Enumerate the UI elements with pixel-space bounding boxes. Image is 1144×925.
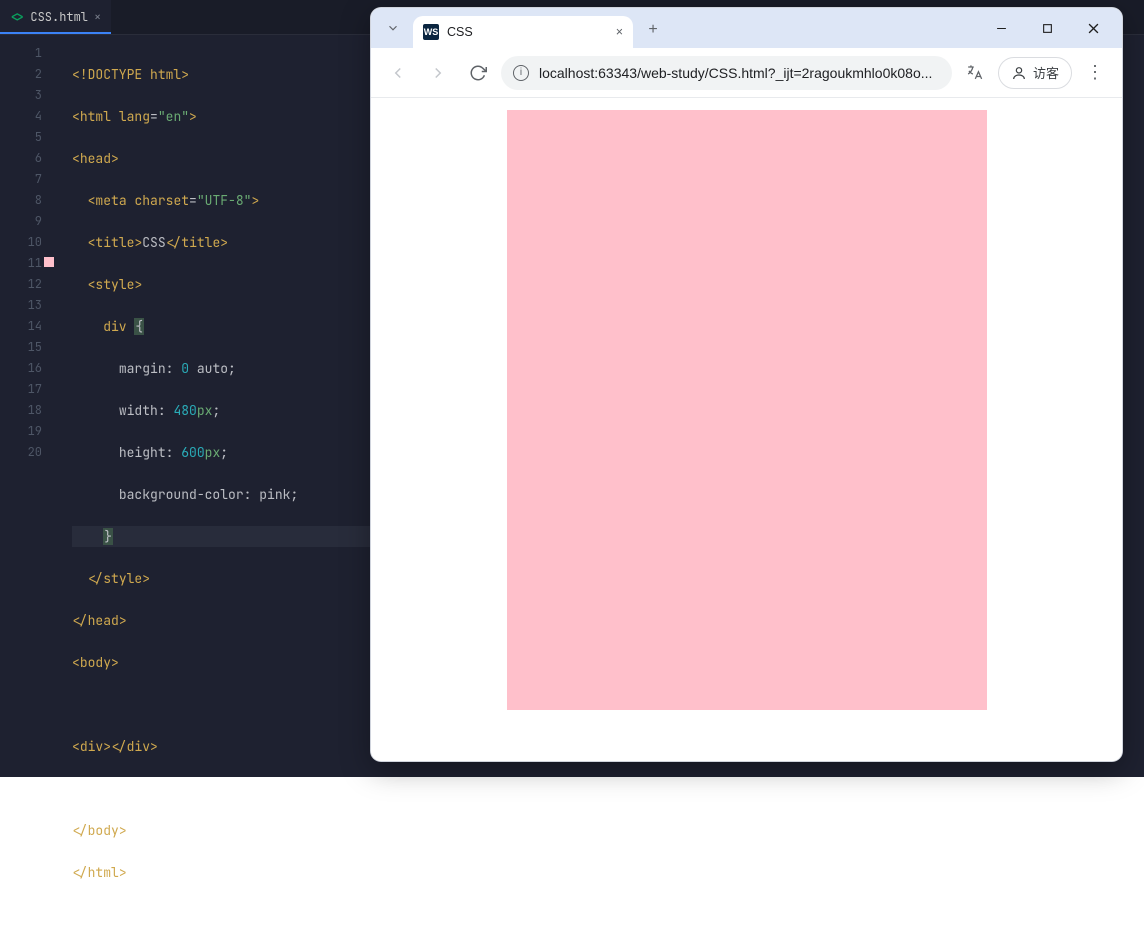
profile-guest-button[interactable]: 访客 — [998, 57, 1072, 89]
browser-toolbar: i localhost:63343/web-study/CSS.html?_ij… — [371, 48, 1122, 98]
line-number: 19 — [0, 421, 42, 442]
line-number: 6 — [0, 148, 42, 169]
line-number: 11 — [0, 253, 42, 274]
tab-search-dropdown[interactable] — [379, 14, 407, 42]
guest-label: 访客 — [1033, 63, 1059, 82]
line-number: 3 — [0, 85, 42, 106]
line-number: 16 — [0, 358, 42, 379]
translate-icon[interactable] — [958, 56, 992, 90]
window-controls — [980, 14, 1114, 42]
line-number: 1 — [0, 43, 42, 64]
browser-titlebar[interactable]: WS CSS × + — [371, 8, 1122, 48]
html-file-icon: <> — [10, 9, 24, 25]
favicon-icon: WS — [423, 24, 439, 40]
line-number: 18 — [0, 400, 42, 421]
page-viewport[interactable] — [371, 98, 1122, 761]
forward-button[interactable] — [421, 56, 455, 90]
back-button[interactable] — [381, 56, 415, 90]
browser-menu-button[interactable]: ⋮ — [1078, 56, 1112, 90]
line-number: 2 — [0, 64, 42, 85]
line-number: 4 — [0, 106, 42, 127]
browser-tab-title: CSS — [447, 25, 608, 39]
site-info-icon[interactable]: i — [513, 65, 529, 81]
reload-button[interactable] — [461, 56, 495, 90]
line-number: 15 — [0, 337, 42, 358]
line-number-gutter: 1 2 3 4 5 6 7 8 9 10 11 12 13 14 15 16 1… — [0, 35, 56, 777]
color-swatch-icon[interactable] — [44, 257, 54, 267]
close-tab-icon[interactable]: × — [616, 25, 623, 39]
ide-tab-csshtml[interactable]: <> CSS.html × — [0, 0, 111, 34]
ide-tab-filename: CSS.html — [30, 9, 88, 25]
line-number: 9 — [0, 211, 42, 232]
line-number: 8 — [0, 190, 42, 211]
line-number: 20 — [0, 442, 42, 463]
line-number: 13 — [0, 295, 42, 316]
line-number: 12 — [0, 274, 42, 295]
close-icon[interactable]: × — [94, 9, 101, 25]
browser-window: WS CSS × + i localhost:6 — [371, 8, 1122, 761]
address-bar[interactable]: i localhost:63343/web-study/CSS.html?_ij… — [501, 56, 952, 90]
close-window-button[interactable] — [1072, 14, 1114, 42]
line-number: 10 — [0, 232, 42, 253]
minimize-button[interactable] — [980, 14, 1022, 42]
maximize-button[interactable] — [1026, 14, 1068, 42]
url-text: localhost:63343/web-study/CSS.html?_ijt=… — [539, 65, 940, 81]
line-number: 14 — [0, 316, 42, 337]
new-tab-button[interactable]: + — [639, 16, 667, 44]
line-number: 7 — [0, 169, 42, 190]
code-content[interactable]: <!DOCTYPE html> <html lang="en"> <head> … — [56, 35, 372, 777]
browser-tab[interactable]: WS CSS × — [413, 16, 633, 48]
line-number: 5 — [0, 127, 42, 148]
rendered-div — [507, 110, 987, 710]
line-number: 17 — [0, 379, 42, 400]
